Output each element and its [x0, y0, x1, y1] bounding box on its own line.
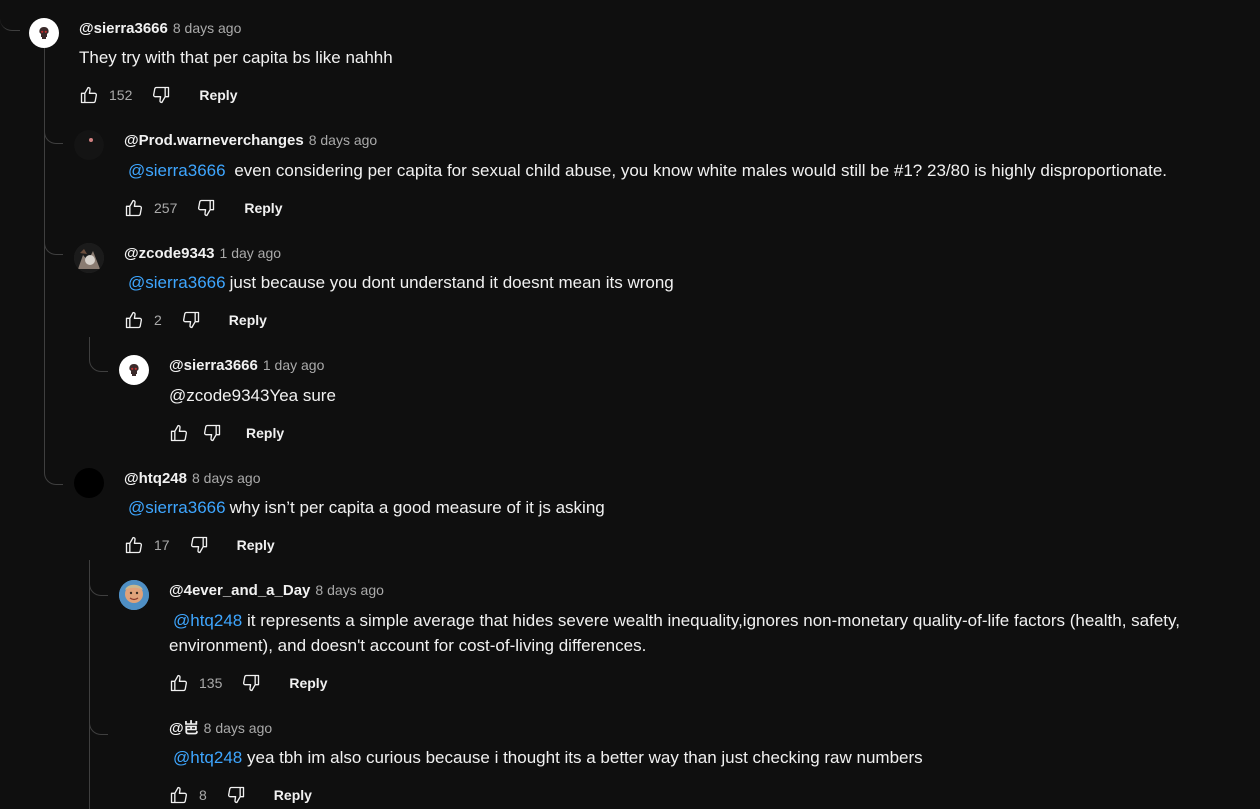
- comment-author[interactable]: @岜: [169, 720, 199, 737]
- comment-time[interactable]: 8 days ago: [315, 582, 384, 598]
- avatar[interactable]: [74, 130, 104, 160]
- mention-link[interactable]: @htq248: [169, 611, 242, 630]
- thumbs-down-icon[interactable]: [180, 309, 202, 331]
- comment-text: @zcode9343Yea sure: [169, 386, 336, 405]
- comment-text: They try with that per capita bs like na…: [79, 48, 393, 67]
- thumbs-up-icon[interactable]: [168, 672, 190, 694]
- thumbs-down-icon[interactable]: [240, 672, 262, 694]
- comment-author[interactable]: @sierra3666: [169, 357, 258, 374]
- dark-dot-icon: [74, 130, 104, 160]
- thumbs-up-icon[interactable]: [78, 84, 100, 106]
- avatar[interactable]: [119, 580, 149, 610]
- face-photo-icon: [119, 580, 149, 610]
- like-count: 257: [154, 200, 178, 216]
- avatar[interactable]: [74, 243, 104, 273]
- comment-time[interactable]: 8 days ago: [309, 132, 378, 148]
- thread-line: [89, 337, 108, 372]
- comment-author[interactable]: @4ever_and_a_Day: [169, 582, 310, 599]
- avatar[interactable]: [74, 468, 104, 498]
- thumbs-up-icon[interactable]: [123, 309, 145, 331]
- like-count: 152: [109, 87, 133, 103]
- comment-text: @sierra3666 just because you dont underst…: [124, 270, 674, 295]
- thumbs-down-icon[interactable]: [225, 784, 247, 806]
- like-count: 17: [154, 537, 170, 553]
- mention-link[interactable]: @sierra3666: [124, 498, 230, 517]
- avatar[interactable]: [29, 18, 59, 48]
- thumbs-down-icon[interactable]: [201, 422, 223, 444]
- reply-button[interactable]: Reply: [246, 425, 284, 441]
- comment-time[interactable]: 8 days ago: [173, 20, 242, 36]
- avatar[interactable]: [119, 355, 149, 385]
- photo-icon: [74, 243, 104, 273]
- comment-text: @sierra3666 even considering per capita …: [124, 158, 1167, 183]
- thread-line: [89, 705, 108, 735]
- comment-author[interactable]: @htq248: [124, 470, 187, 487]
- reply-button[interactable]: Reply: [274, 787, 312, 803]
- skull-logo-icon: [129, 364, 139, 376]
- reply-button[interactable]: Reply: [199, 87, 237, 103]
- reply-button[interactable]: Reply: [244, 200, 282, 216]
- mention-link[interactable]: @htq248: [169, 748, 242, 767]
- reply-button[interactable]: Reply: [229, 312, 267, 328]
- reply-button[interactable]: Reply: [289, 675, 327, 691]
- mention-link[interactable]: @sierra3666: [124, 273, 230, 292]
- like-count: 135: [199, 675, 223, 691]
- thread-line: [89, 560, 108, 596]
- reply-button[interactable]: Reply: [237, 537, 275, 553]
- skull-logo-icon: [39, 27, 49, 39]
- comment-time[interactable]: 1 day ago: [263, 357, 325, 373]
- thread-line: [0, 10, 20, 31]
- thread-line: [89, 560, 90, 809]
- thread-line: [44, 48, 63, 485]
- thumbs-up-icon[interactable]: [123, 534, 145, 556]
- mention-link[interactable]: @sierra3666: [124, 161, 230, 180]
- comment-time[interactable]: 1 day ago: [220, 245, 282, 261]
- thumbs-down-icon[interactable]: [195, 197, 217, 219]
- comment-text: @htq248 it represents a simple average t…: [169, 611, 1180, 655]
- thumbs-up-icon[interactable]: [168, 422, 190, 444]
- comment-text: @sierra3666 why isn’t per capita a good m…: [124, 495, 605, 520]
- comment-author[interactable]: @Prod.warneverchanges: [124, 132, 304, 149]
- like-count: 8: [199, 787, 207, 803]
- comment-author[interactable]: @zcode9343: [124, 245, 215, 262]
- comment-author[interactable]: @sierra3666: [79, 20, 168, 37]
- comment-thread: @sierra3666 8 days ago They try with that…: [0, 0, 1260, 809]
- thumbs-down-icon[interactable]: [150, 84, 172, 106]
- comment-text: @htq248 yea tbh im also curious because …: [169, 745, 923, 770]
- thumbs-up-icon[interactable]: [123, 197, 145, 219]
- comment-time[interactable]: 8 days ago: [192, 470, 261, 486]
- thumbs-down-icon[interactable]: [188, 534, 210, 556]
- comment-time[interactable]: 8 days ago: [204, 720, 273, 736]
- like-count: 2: [154, 312, 162, 328]
- thumbs-up-icon[interactable]: [168, 784, 190, 806]
